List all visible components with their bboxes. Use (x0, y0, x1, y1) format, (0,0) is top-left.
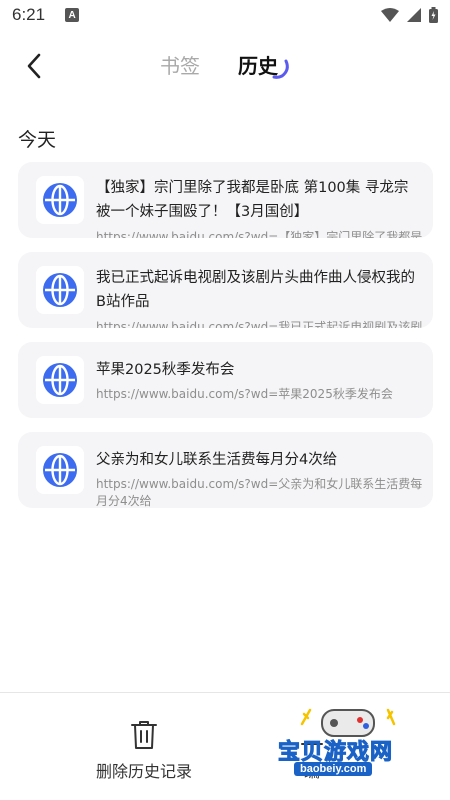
tab-active-indicator (272, 59, 289, 79)
history-item[interactable]: 苹果2025秋季发布会 https://www.baidu.com/s?wd=苹… (18, 342, 433, 418)
trash-icon (131, 721, 157, 749)
top-bar: 书签 历史 (0, 40, 450, 92)
globe-icon (43, 363, 77, 397)
watermark-logo: 宝贝游戏网 baobeiy.com (274, 700, 424, 790)
history-item-url: https://www.baidu.com/s?wd=我已正式起诉电视剧及该剧 (96, 320, 423, 328)
history-item-title: 苹果2025秋季发布会 (96, 362, 235, 378)
history-item[interactable]: 【独家】宗门里除了我都是卧底 第100集 寻龙宗被一个妹子围殴了！【3月国创】 … (18, 162, 433, 238)
globe-icon (43, 273, 77, 307)
watermark-url: baobeiy.com (294, 762, 373, 776)
history-item-title: 我已正式起诉电视剧及该剧片头曲作曲人侵权我的B站作品 (96, 270, 415, 310)
history-item[interactable]: 父亲为和女儿联系生活费每月分4次给 https://www.baidu.com/… (18, 432, 433, 508)
history-item-url: https://www.baidu.com/s?wd=苹果2025秋季发布会 (96, 387, 393, 401)
history-item[interactable]: 我已正式起诉电视剧及该剧片头曲作曲人侵权我的B站作品 https://www.b… (18, 252, 433, 328)
globe-icon (43, 183, 77, 217)
back-button[interactable] (14, 46, 54, 86)
history-list: 【独家】宗门里除了我都是卧底 第100集 寻龙宗被一个妹子围殴了！【3月国创】 … (18, 162, 433, 522)
back-arrow-icon (27, 53, 41, 79)
battery-icon (429, 7, 438, 23)
section-title-today: 今天 (18, 129, 57, 151)
site-icon-container (36, 266, 84, 314)
globe-icon (43, 453, 77, 487)
bottom-divider (0, 692, 450, 693)
signal-icon (407, 8, 421, 22)
site-icon-container (36, 176, 84, 224)
notification-a-icon: A (65, 8, 80, 22)
status-icons (381, 7, 438, 23)
history-item-url: https://www.baidu.com/s?wd=父亲为和女儿联系生活费每月… (96, 477, 423, 508)
wifi-icon (381, 8, 399, 22)
tab-bookmarks[interactable]: 书签 (160, 50, 200, 79)
status-time: 6:21 (12, 5, 46, 24)
delete-history-button[interactable]: 删除历史记录 (88, 720, 200, 782)
site-icon-container (36, 356, 84, 404)
site-icon-container (36, 446, 84, 494)
history-item-title: 父亲为和女儿联系生活费每月分4次给 (96, 452, 338, 468)
delete-history-label: 删除历史记录 (95, 762, 192, 781)
history-item-title: 【独家】宗门里除了我都是卧底 第100集 寻龙宗被一个妹子围殴了！【3月国创】 (96, 180, 409, 220)
history-item-url: https://www.baidu.com/s?wd=【独家】宗门里除了我都是卧… (96, 230, 423, 238)
status-bar: 6:21 A (0, 0, 450, 30)
